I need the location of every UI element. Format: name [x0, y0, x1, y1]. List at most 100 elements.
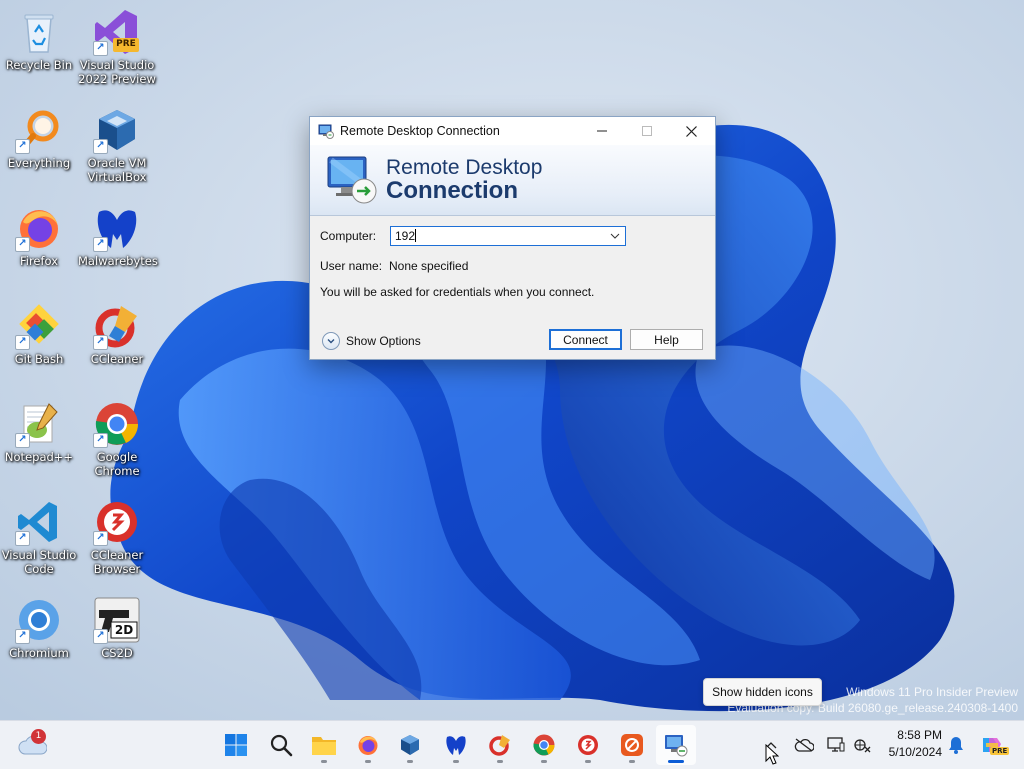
- desktop-icon-git-bash[interactable]: ↗ Git Bash: [0, 302, 78, 366]
- username-value: None specified: [389, 259, 469, 273]
- shortcut-arrow-icon: ↗: [15, 335, 30, 350]
- computer-label: Computer:: [320, 229, 377, 243]
- dialog-title: Remote Desktop Connection: [340, 124, 500, 138]
- watermark-edition: Windows 11 Pro Insider Preview: [846, 685, 1018, 699]
- onedrive-tray[interactable]: [792, 733, 816, 757]
- malwarebytes-icon: ↗: [93, 204, 141, 252]
- desktop-icon-notepad-plus-plus[interactable]: ↗ Notepad++: [0, 400, 78, 464]
- connect-button[interactable]: Connect: [549, 329, 622, 350]
- desktop-icon-label: Visual Studio Code: [1, 548, 77, 576]
- shortcut-arrow-icon: ↗: [15, 139, 30, 154]
- virtualbox-icon: [401, 735, 419, 755]
- desktop-icon-cs2d[interactable]: ↗ 2D CS2D: [78, 596, 156, 660]
- cs2d-badge: 2D: [114, 623, 134, 637]
- display-tray[interactable]: [824, 733, 848, 757]
- taskbar-ccleaner[interactable]: [480, 725, 520, 765]
- credentials-note: You will be asked for credentials when y…: [320, 285, 595, 299]
- remote-desktop-icon: [665, 735, 688, 757]
- taskbar-orange-app[interactable]: [612, 725, 652, 765]
- desktop-icon-firefox[interactable]: ↗ Firefox: [0, 204, 78, 268]
- desktop-icon-label: Everything: [7, 156, 71, 170]
- virtualbox-icon: ↗: [93, 106, 141, 154]
- start-button[interactable]: [216, 725, 256, 765]
- copilot-pre-badge: PRE: [990, 747, 1010, 755]
- show-options-button[interactable]: Show Options: [322, 332, 421, 350]
- minimize-button[interactable]: [579, 117, 624, 145]
- network-tray[interactable]: [850, 733, 874, 757]
- visual-studio-preview-icon: ↗ PRE: [93, 8, 141, 56]
- computer-input-value: 192: [395, 229, 416, 243]
- chromium-icon: ↗: [15, 596, 63, 644]
- desktop-icon-label: Google Chrome: [94, 450, 140, 478]
- username-label: User name:: [320, 259, 383, 273]
- folder-icon: [312, 737, 336, 755]
- desktop-icon-ccleaner[interactable]: ↗ CCleaner: [78, 302, 156, 366]
- taskbar-chrome[interactable]: [524, 725, 564, 765]
- shortcut-arrow-icon: ↗: [93, 531, 108, 546]
- chevron-down-icon[interactable]: [609, 230, 621, 242]
- show-options-label: Show Options: [346, 334, 421, 348]
- running-indicator: [407, 760, 413, 763]
- running-indicator: [541, 760, 547, 763]
- running-indicator: [365, 760, 371, 763]
- taskbar-remote-desktop[interactable]: [656, 725, 696, 765]
- running-indicator: [629, 760, 635, 763]
- taskbar-firefox[interactable]: [348, 725, 388, 765]
- vscode-icon: ↗: [15, 498, 63, 546]
- desktop-icon-chromium[interactable]: ↗ Chromium: [0, 596, 78, 660]
- preview-badge: PRE: [116, 39, 136, 49]
- show-hidden-icons-tooltip: Show hidden icons: [703, 678, 822, 706]
- close-button[interactable]: [669, 117, 714, 145]
- taskbar-ccleaner-browser[interactable]: [568, 725, 608, 765]
- dialog-titlebar[interactable]: Remote Desktop Connection: [310, 117, 715, 145]
- text-caret: [415, 229, 417, 242]
- dialog-banner: Remote Desktop Connection: [310, 145, 715, 216]
- computer-combobox[interactable]: 192: [390, 226, 626, 246]
- shortcut-arrow-icon: ↗: [93, 629, 108, 644]
- minimize-icon: [596, 130, 607, 132]
- taskbar-clock[interactable]: 8:58 PM 5/10/2024: [880, 727, 942, 761]
- notifications-button[interactable]: [944, 733, 968, 757]
- desktop-icon-label: Git Bash: [14, 352, 64, 366]
- weather-widget[interactable]: 1: [12, 725, 52, 765]
- desktop-icon-ccleaner-browser[interactable]: ↗ CCleaner Browser: [78, 498, 156, 576]
- malwarebytes-icon: [446, 736, 466, 755]
- ccleaner-icon: [489, 735, 510, 756]
- desktop-icon-everything[interactable]: ↗ Everything: [0, 106, 78, 170]
- desktop-icon-label: Chromium: [9, 646, 69, 660]
- active-indicator: [668, 760, 684, 763]
- shortcut-arrow-icon: ↗: [93, 335, 108, 350]
- desktop-icon-label: Recycle Bin: [5, 58, 73, 72]
- remote-desktop-icon: [318, 124, 334, 139]
- taskbar-virtualbox[interactable]: [390, 725, 430, 765]
- remote-desktop-monitor-icon: [327, 156, 377, 204]
- taskbar-file-explorer[interactable]: [304, 725, 344, 765]
- bell-icon: [949, 737, 963, 754]
- shortcut-arrow-icon: ↗: [93, 139, 108, 154]
- ccleaner-icon: ↗: [93, 302, 141, 350]
- shortcut-arrow-icon: ↗: [15, 433, 30, 448]
- desktop-icon-label: CCleaner Browser: [90, 548, 144, 576]
- notification-badge: 1: [31, 729, 46, 744]
- computer-input[interactable]: 192: [395, 229, 417, 243]
- taskbar-search-button[interactable]: [261, 725, 301, 765]
- desktop-icon-virtualbox[interactable]: ↗ Oracle VM VirtualBox: [78, 106, 156, 184]
- google-chrome-icon: ↗: [93, 400, 141, 448]
- desktop-icon-vscode[interactable]: ↗ Visual Studio Code: [0, 498, 78, 576]
- recycle-bin-icon: [15, 8, 63, 56]
- maximize-icon: [641, 126, 652, 136]
- desktop-icon-malwarebytes[interactable]: ↗ Malwarebytes: [78, 204, 158, 268]
- desktop-icon-google-chrome[interactable]: ↗ Google Chrome: [78, 400, 156, 478]
- desktop-icon-recycle-bin[interactable]: Recycle Bin: [0, 8, 78, 72]
- copilot-button[interactable]: PRE: [978, 733, 1010, 757]
- notepad-plus-plus-icon: ↗: [15, 400, 63, 448]
- help-button[interactable]: Help: [630, 329, 703, 350]
- remote-desktop-dialog: Remote Desktop Connection Remote Desktop…: [309, 116, 716, 360]
- taskbar-malwarebytes[interactable]: [436, 725, 476, 765]
- maximize-button[interactable]: [624, 117, 669, 145]
- ccleaner-browser-icon: ↗: [93, 498, 141, 546]
- shortcut-arrow-icon: ↗: [93, 41, 108, 56]
- ccleaner-browser-icon: [578, 735, 598, 755]
- desktop-icon-visual-studio-preview[interactable]: ↗ PRE Visual Studio 2022 Preview: [78, 8, 156, 86]
- desktop-icon-label: Oracle VM VirtualBox: [87, 156, 147, 184]
